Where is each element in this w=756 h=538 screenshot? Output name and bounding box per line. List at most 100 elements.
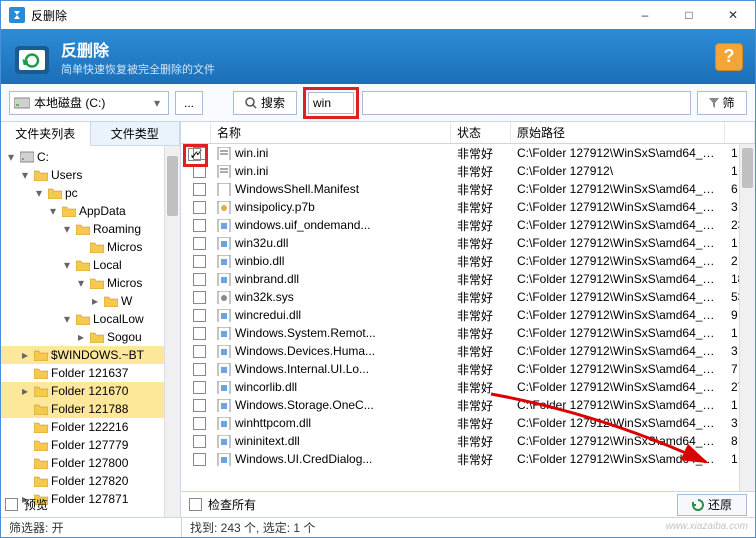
tree-row[interactable]: Folder 127800 xyxy=(1,454,180,472)
tree-row[interactable]: ▾ Roaming xyxy=(1,220,180,238)
expand-icon[interactable]: ▾ xyxy=(61,258,73,272)
restore-button[interactable]: 还原 xyxy=(677,494,747,516)
column-header: 名称 状态 原始路径 xyxy=(181,122,755,144)
row-checkbox[interactable] xyxy=(193,399,206,412)
help-button[interactable]: ? xyxy=(715,43,743,71)
expand-icon[interactable]: ▾ xyxy=(5,150,17,164)
file-row[interactable]: wininitext.dll非常好C:\Folder 127912\WinSxS… xyxy=(181,432,755,450)
drive-select[interactable]: 本地磁盘 (C:) ▾ xyxy=(9,91,169,115)
tree-row[interactable]: ▾pc xyxy=(1,184,180,202)
file-name: Windows.Internal.UI.Lo... xyxy=(235,362,369,376)
col-path[interactable]: 原始路径 xyxy=(511,122,725,143)
tree-row[interactable]: ▾AppData xyxy=(1,202,180,220)
file-row[interactable]: Windows.Devices.Huma...非常好C:\Folder 1279… xyxy=(181,342,755,360)
row-checkbox[interactable] xyxy=(193,237,206,250)
tree-label: Roaming xyxy=(93,222,141,236)
file-row[interactable]: winbio.dll非常好C:\Folder 127912\WinSxS\amd… xyxy=(181,252,755,270)
row-checkbox[interactable] xyxy=(193,255,206,268)
tree-row[interactable]: Micros xyxy=(1,238,180,256)
row-checkbox[interactable] xyxy=(193,327,206,340)
tab-file-type[interactable]: 文件类型 xyxy=(91,122,181,145)
file-row[interactable]: win32k.sys非常好C:\Folder 127912\WinSxS\amd… xyxy=(181,288,755,306)
row-checkbox[interactable] xyxy=(193,435,206,448)
close-button[interactable]: ✕ xyxy=(711,1,755,29)
minimize-button[interactable]: – xyxy=(623,1,667,29)
file-row[interactable]: Windows.Internal.UI.Lo...非常好C:\Folder 12… xyxy=(181,360,755,378)
file-row[interactable]: win.ini非常好C:\Folder 127912\1 xyxy=(181,162,755,180)
row-checkbox[interactable] xyxy=(193,453,206,466)
tree-scrollbar[interactable] xyxy=(164,146,180,517)
row-checkbox[interactable] xyxy=(193,273,206,286)
tree-row[interactable]: ▸Folder 121670 xyxy=(1,382,180,400)
expand-icon[interactable]: ▾ xyxy=(75,276,87,290)
file-name: winbio.dll xyxy=(235,254,284,268)
row-checkbox[interactable] xyxy=(193,417,206,430)
expand-icon[interactable]: ▾ xyxy=(61,222,73,236)
file-row[interactable]: winsipolicy.p7b非常好C:\Folder 127912\WinSx… xyxy=(181,198,755,216)
file-list[interactable]: ✓ ✓win.ini非常好C:\Folder 127912\WinSxS\amd… xyxy=(181,144,755,491)
file-row[interactable]: wincorlib.dll非常好C:\Folder 127912\WinSxS\… xyxy=(181,378,755,396)
file-icon xyxy=(217,164,231,178)
preview-checkbox[interactable] xyxy=(5,498,18,511)
tree-label: Folder 127871 xyxy=(51,492,128,506)
col-extra[interactable] xyxy=(725,122,755,143)
file-row[interactable]: Windows.UI.CredDialog...非常好C:\Folder 127… xyxy=(181,450,755,468)
expand-icon[interactable]: ▾ xyxy=(33,186,45,200)
col-name[interactable]: 名称 xyxy=(211,122,451,143)
row-checkbox[interactable] xyxy=(193,219,206,232)
expand-icon[interactable]: ▾ xyxy=(47,204,59,218)
maximize-button[interactable]: □ xyxy=(667,1,711,29)
tree-row[interactable]: ▸$WINDOWS.~BT xyxy=(1,346,180,364)
expand-icon[interactable]: ▸ xyxy=(19,348,31,362)
browse-button[interactable]: ... xyxy=(175,91,203,115)
file-row[interactable]: win32u.dll非常好C:\Folder 127912\WinSxS\amd… xyxy=(181,234,755,252)
tree-row[interactable]: ▸Sogou xyxy=(1,328,180,346)
tree-label: Folder 122216 xyxy=(51,420,128,434)
file-row[interactable]: ✓win.ini非常好C:\Folder 127912\WinSxS\amd64… xyxy=(181,144,755,162)
search-input[interactable] xyxy=(308,92,354,114)
tree-row[interactable]: ▾Users xyxy=(1,166,180,184)
tree-row[interactable]: ▾Micros xyxy=(1,274,180,292)
expand-icon[interactable]: ▾ xyxy=(61,312,73,326)
row-checkbox[interactable] xyxy=(193,183,206,196)
col-status[interactable]: 状态 xyxy=(451,122,511,143)
expand-icon[interactable]: ▸ xyxy=(89,294,101,308)
folder-icon xyxy=(34,385,48,397)
expand-icon[interactable]: ▾ xyxy=(19,168,31,182)
tree-row[interactable]: Folder 121788 xyxy=(1,400,180,418)
expand-icon[interactable]: ▸ xyxy=(19,384,31,398)
row-checkbox[interactable] xyxy=(193,309,206,322)
filter-button[interactable]: 筛 xyxy=(697,91,747,115)
tree-row[interactable]: Folder 127779 xyxy=(1,436,180,454)
file-row[interactable]: winbrand.dll非常好C:\Folder 127912\WinSxS\a… xyxy=(181,270,755,288)
file-row[interactable]: WindowsShell.Manifest非常好C:\Folder 127912… xyxy=(181,180,755,198)
file-row[interactable]: wincredui.dll非常好C:\Folder 127912\WinSxS\… xyxy=(181,306,755,324)
file-row[interactable]: Windows.Storage.OneC...非常好C:\Folder 1279… xyxy=(181,396,755,414)
tree-row[interactable]: ▾LocalLow xyxy=(1,310,180,328)
chevron-down-icon: ▾ xyxy=(150,96,164,110)
search-input-ext[interactable] xyxy=(362,91,691,115)
row-checkbox[interactable] xyxy=(193,345,206,358)
file-name: win.ini xyxy=(235,164,268,178)
file-row[interactable]: winhttpcom.dll非常好C:\Folder 127912\WinSxS… xyxy=(181,414,755,432)
tree-row[interactable]: Folder 127820 xyxy=(1,472,180,490)
folder-tree[interactable]: ▾C:▾Users▾pc▾AppData▾RoamingMicros▾Local… xyxy=(1,146,180,517)
col-check[interactable] xyxy=(181,122,211,143)
tree-row[interactable]: Folder 122216 xyxy=(1,418,180,436)
expand-icon[interactable]: ▸ xyxy=(75,330,87,344)
file-row[interactable]: Windows.System.Remot...非常好C:\Folder 1279… xyxy=(181,324,755,342)
tree-row[interactable]: ▾C: xyxy=(1,148,180,166)
tree-row[interactable]: ▸W xyxy=(1,292,180,310)
search-button[interactable]: 搜索 xyxy=(233,91,297,115)
file-row[interactable]: windows.uif_ondemand...非常好C:\Folder 1279… xyxy=(181,216,755,234)
tree-row[interactable]: Folder 121637 xyxy=(1,364,180,382)
folder-icon xyxy=(90,331,104,343)
row-checkbox[interactable] xyxy=(193,291,206,304)
row-checkbox[interactable] xyxy=(193,381,206,394)
list-scrollbar[interactable] xyxy=(739,144,755,491)
tree-row[interactable]: ▾Local xyxy=(1,256,180,274)
row-checkbox[interactable] xyxy=(193,363,206,376)
row-checkbox[interactable] xyxy=(193,201,206,214)
check-all-checkbox[interactable] xyxy=(189,498,202,511)
tab-folder-list[interactable]: 文件夹列表 xyxy=(1,122,91,146)
